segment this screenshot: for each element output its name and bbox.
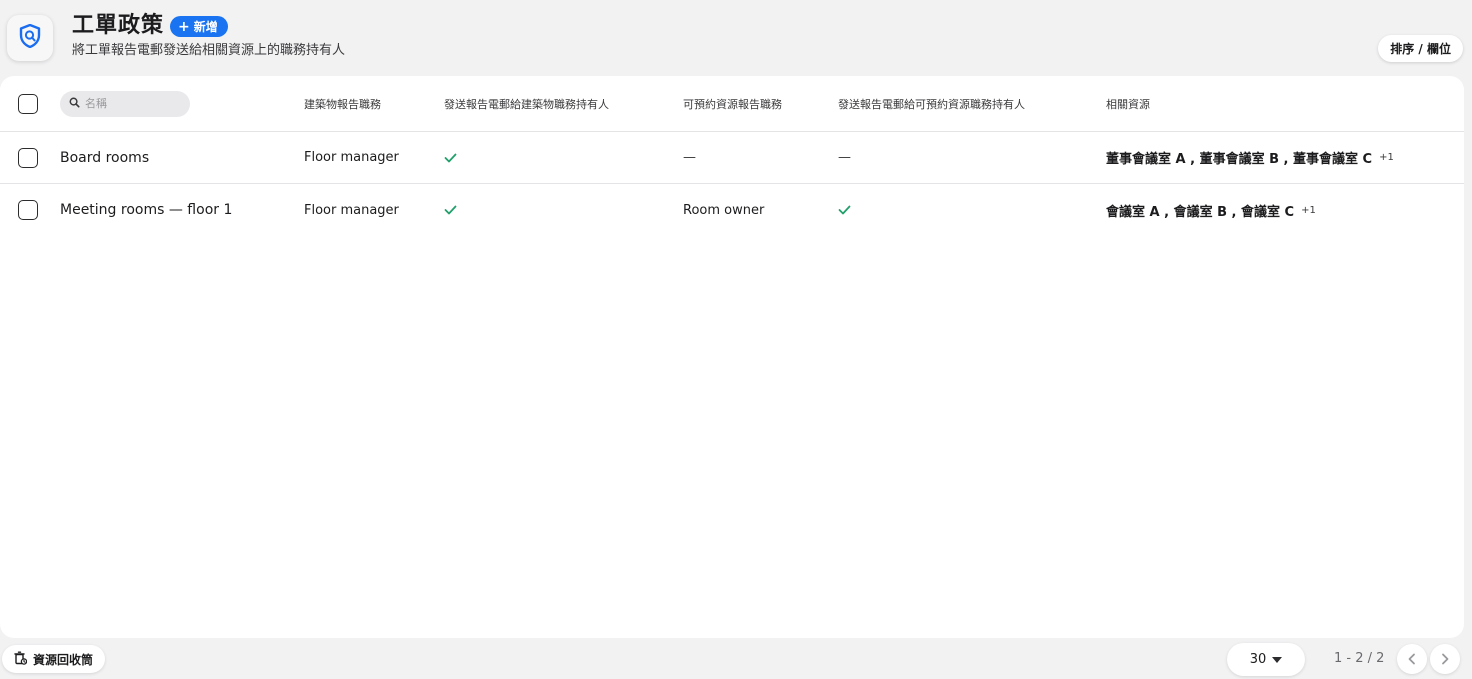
more-count-badge[interactable]: +1 <box>1379 152 1394 163</box>
previous-page-button[interactable] <box>1397 644 1427 674</box>
select-all-cell <box>18 76 38 131</box>
check-icon <box>444 153 457 162</box>
next-page-button[interactable] <box>1430 644 1460 674</box>
trash-restore-icon <box>14 651 28 668</box>
search-box <box>60 90 190 117</box>
related-resources-list: 會議室 A , 會議室 B , 會議室 C <box>1106 204 1295 220</box>
search-input[interactable] <box>85 97 180 110</box>
page-title: 工單政策 <box>72 13 165 38</box>
page-range-text: 1 - 2 / 2 <box>1334 651 1385 666</box>
recycle-bin-label: 資源回收筒 <box>33 652 94 667</box>
chevron-left-icon <box>1407 650 1417 669</box>
recycle-bin-button[interactable]: 資源回收筒 <box>2 645 106 673</box>
sort-columns-label: 排序 / 欄位 <box>1390 42 1451 56</box>
column-header-resource-role[interactable]: 可預約資源報告職務 <box>683 76 782 131</box>
row-checkbox[interactable] <box>18 200 38 220</box>
caret-down-icon <box>1272 656 1283 663</box>
row-resource-role: Room owner <box>683 202 765 218</box>
row-send-building: ✓ <box>444 132 457 183</box>
column-header-building-role[interactable]: 建築物報告職務 <box>304 76 381 131</box>
row-related-resources: 會議室 A , 會議室 B , 會議室 C +1 <box>1106 184 1316 236</box>
row-resource-role: — <box>683 150 696 165</box>
check-icon <box>838 205 851 215</box>
row-building-role: Floor manager <box>304 150 399 165</box>
add-button-label: 新增 <box>193 20 218 34</box>
chevron-right-icon <box>1440 650 1450 669</box>
row-send-building: ✓ <box>444 184 457 236</box>
page-header: 工單政策 + 新增 將工單報告電郵發送給相關資源上的職務持有人 排序 / 欄位 <box>0 0 1472 76</box>
sort-columns-button[interactable]: 排序 / 欄位 <box>1378 35 1463 62</box>
select-all-checkbox[interactable] <box>18 93 38 114</box>
plus-icon: + <box>178 18 190 35</box>
row-send-resource: ✓ <box>838 184 851 236</box>
column-header-send-building[interactable]: 發送報告電郵給建築物職務持有人 <box>444 76 609 131</box>
page-size-value: 30 <box>1249 652 1267 667</box>
row-related-resources: 董事會議室 A , 董事會議室 B , 董事會議室 C +1 <box>1106 132 1394 183</box>
search-icon <box>69 97 80 111</box>
page-size-select[interactable]: 30 <box>1227 643 1305 676</box>
column-header-related[interactable]: 相關資源 <box>1106 76 1150 131</box>
table-row[interactable]: Meeting rooms — floor 1 Floor manager ✓ … <box>0 184 1464 236</box>
column-header-send-resource[interactable]: 發送報告電郵給可預約資源職務持有人 <box>838 76 1025 131</box>
page-subtitle: 將工單報告電郵發送給相關資源上的職務持有人 <box>72 43 346 58</box>
table-row[interactable]: Board rooms Floor manager ✓ — — 董事會議室 A … <box>0 132 1464 184</box>
row-checkbox[interactable] <box>18 147 38 168</box>
check-icon <box>444 205 457 215</box>
add-button[interactable]: + 新增 <box>170 16 228 37</box>
row-select-cell <box>18 184 38 236</box>
table-header-row: 建築物報告職務 發送報告電郵給建築物職務持有人 可預約資源報告職務 發送報告電郵… <box>0 76 1464 132</box>
name-column-header <box>60 76 190 131</box>
row-send-resource: — <box>838 150 851 165</box>
app-icon-tile <box>7 15 53 61</box>
row-select-cell <box>18 132 38 183</box>
more-count-badge[interactable]: +1 <box>1301 205 1316 216</box>
shield-search-icon <box>19 23 41 52</box>
policy-table: 建築物報告職務 發送報告電郵給建築物職務持有人 可預約資源報告職務 發送報告電郵… <box>0 76 1464 638</box>
row-name[interactable]: Meeting rooms — floor 1 <box>60 184 232 236</box>
row-building-role: Floor manager <box>304 202 399 218</box>
related-resources-list: 董事會議室 A , 董事會議室 B , 董事會議室 C <box>1106 152 1373 167</box>
row-name[interactable]: Board rooms <box>60 132 149 183</box>
